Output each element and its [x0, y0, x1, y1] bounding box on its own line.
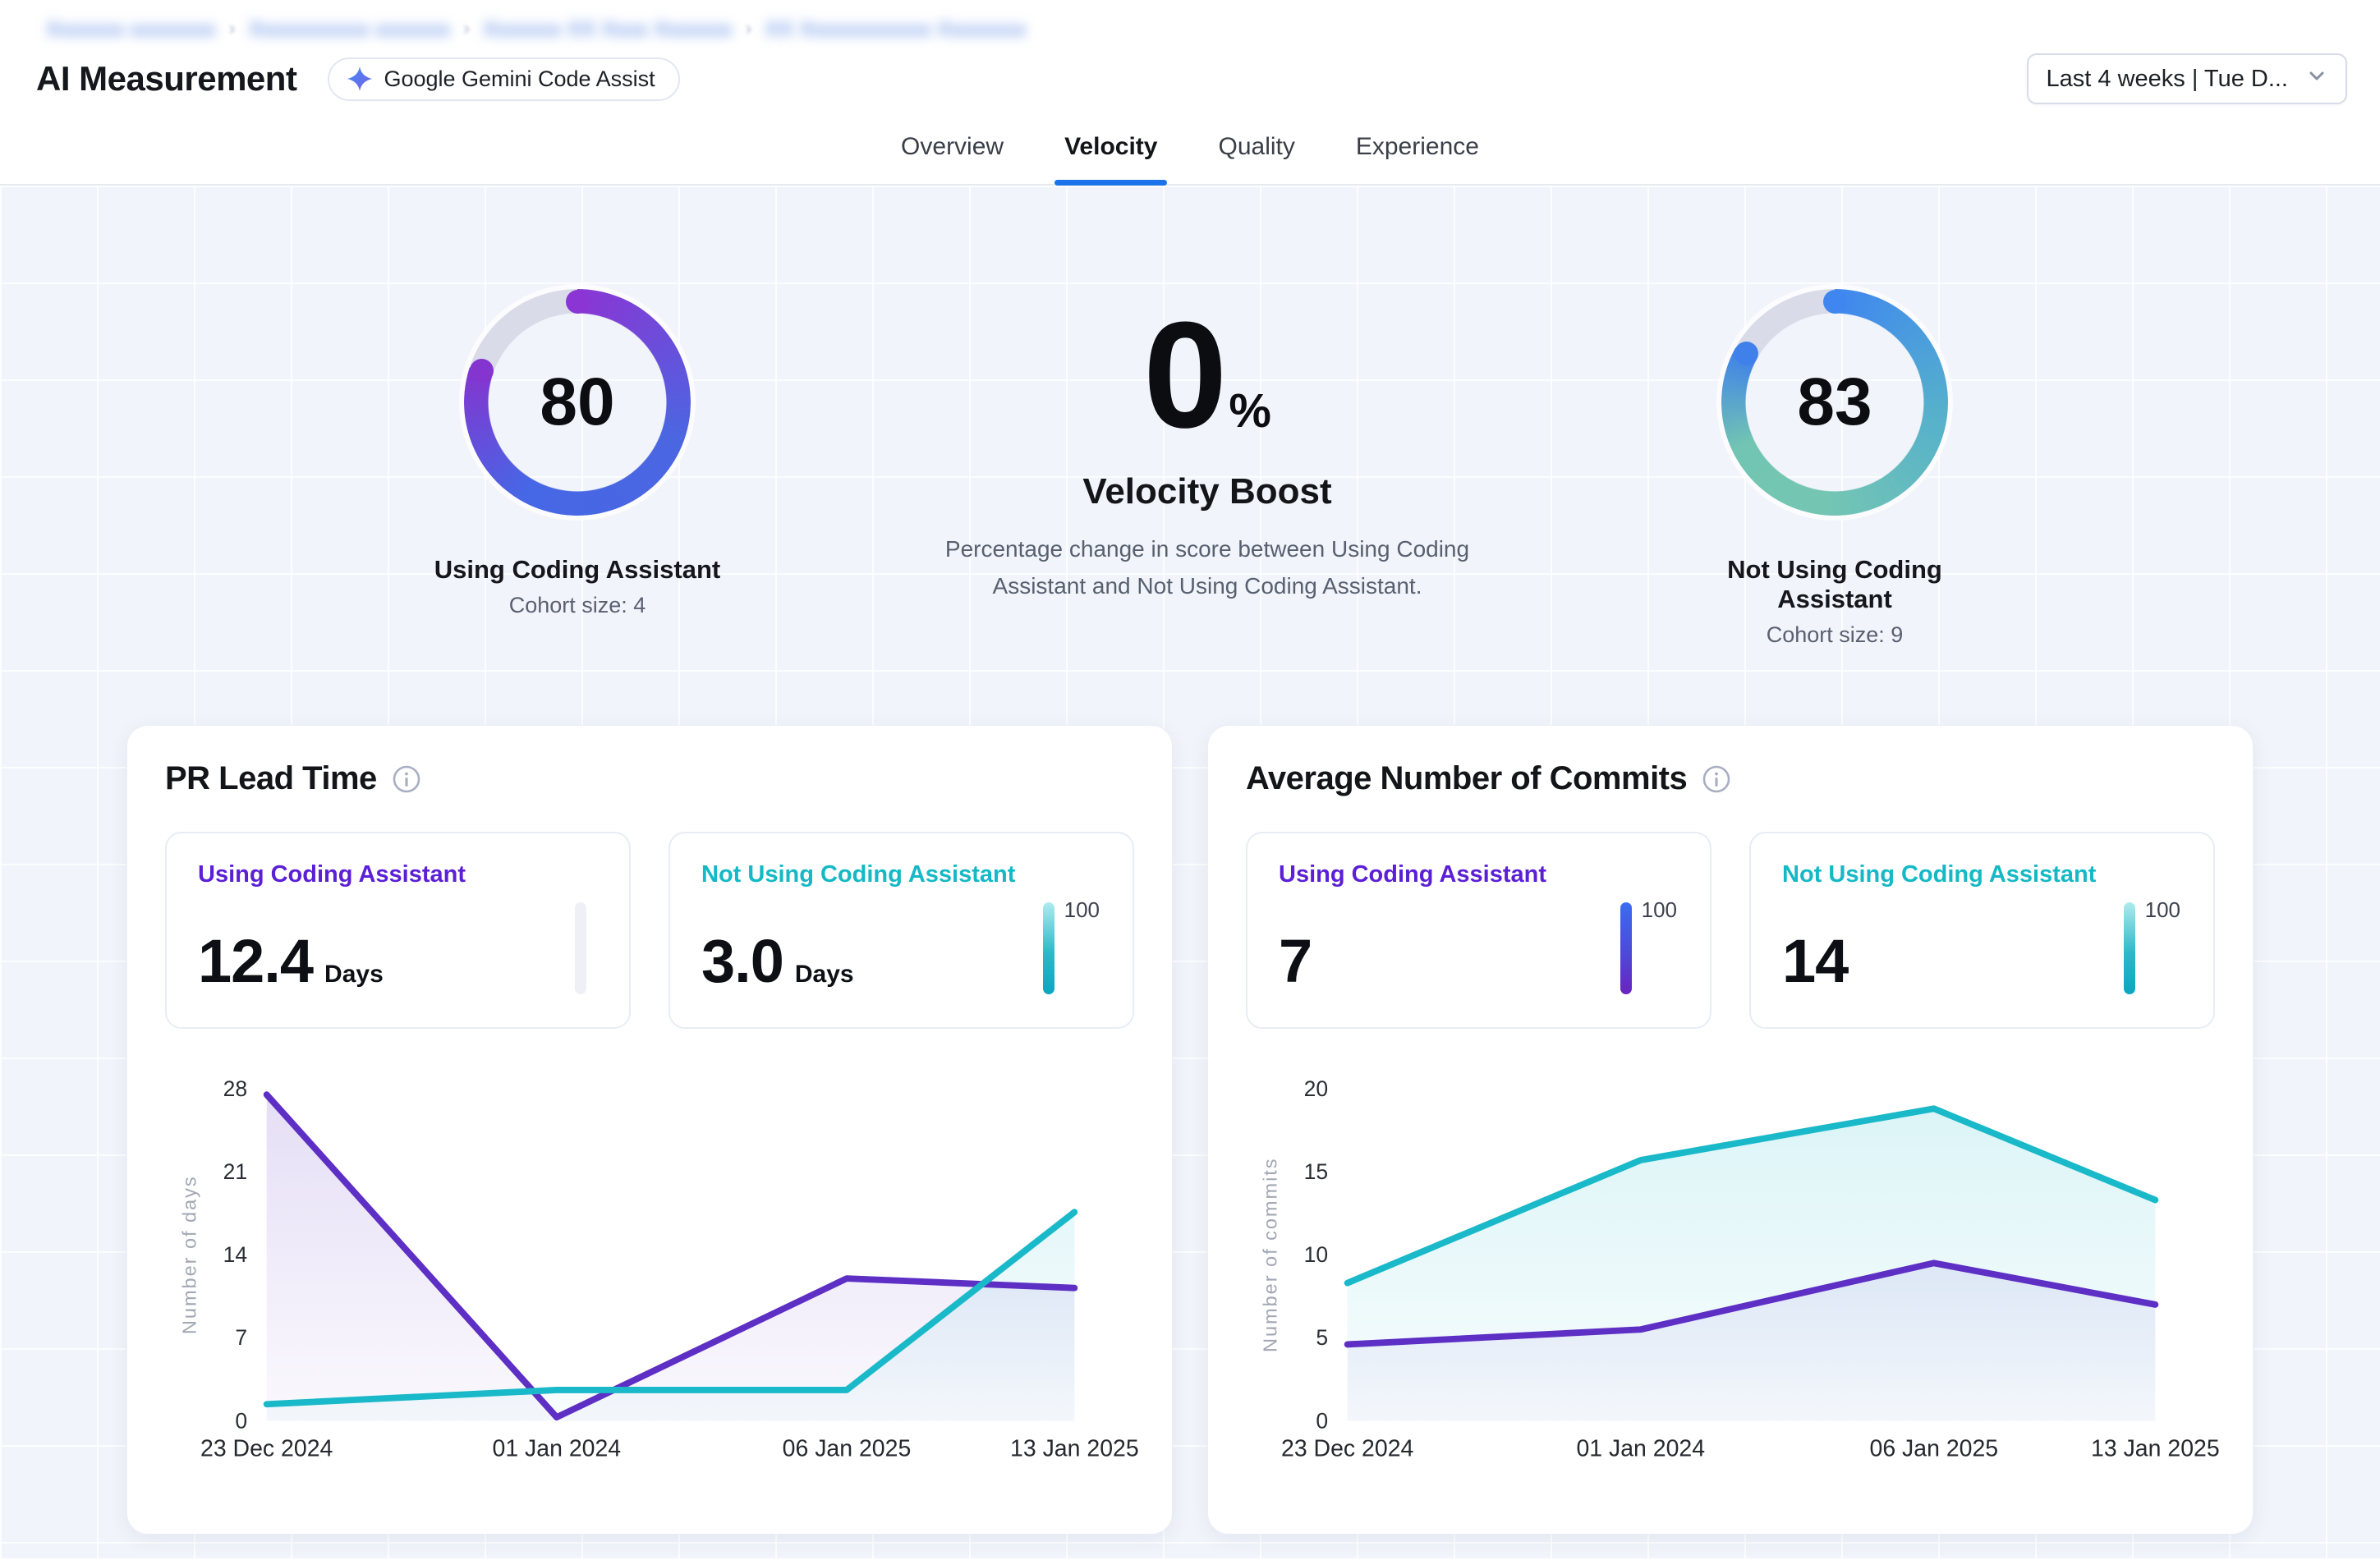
svg-text:Number of commits: Number of commits: [1259, 1157, 1280, 1352]
avg-commits-card: Average Number of Commits Using Coding A…: [1207, 725, 2254, 1535]
breadcrumb-separator-icon: ›: [463, 17, 470, 40]
velocity-boost-title: Velocity Boost: [899, 471, 1515, 512]
using-assistant-gauge: 80: [464, 289, 691, 516]
scale-max-label: 100: [1064, 899, 1100, 920]
svg-text:0: 0: [1316, 1408, 1328, 1433]
pr-lead-time-card: PR Lead Time Using Coding Assistant 12.: [126, 725, 1173, 1535]
scale-bar: [1043, 902, 1054, 994]
gauge-cohort-size: Cohort size: 9: [1670, 622, 1999, 648]
boost-number: 0: [1143, 299, 1224, 450]
stat-label: Using Coding Assistant: [198, 861, 598, 888]
stat-value: 7: [1279, 926, 1312, 996]
breadcrumb-item[interactable]: XX Xxxxxxxxxxxx Xxxxxxxx: [765, 16, 1027, 42]
scale-max-label: 100: [2145, 899, 2180, 920]
svg-text:13 Jan 2025: 13 Jan 2025: [2091, 1436, 2220, 1462]
gauge-label: Using Coding Assistant: [413, 555, 742, 585]
svg-text:06 Jan 2025: 06 Jan 2025: [783, 1436, 912, 1462]
breadcrumb-separator-icon: ›: [229, 17, 236, 40]
stat-box-not-using: Not Using Coding Assistant 3.0 Days 100: [669, 832, 1134, 1029]
svg-text:23 Dec 2024: 23 Dec 2024: [1281, 1436, 1413, 1462]
avg-commits-chart: 0 5 10 15 20 Number of commits 23 Dec 2024 01 J…: [1246, 1044, 2215, 1487]
gauge-cap: [1823, 290, 1847, 314]
badge-label: Google Gemini Code Assist: [384, 67, 655, 92]
boost-percent-sign: %: [1229, 388, 1271, 435]
stat-value: 3.0: [701, 926, 783, 996]
stat-value: 14: [1782, 926, 1848, 996]
tab-velocity[interactable]: Velocity: [1061, 133, 1160, 184]
stat-box-not-using: Not Using Coding Assistant 14 100: [1749, 832, 2215, 1029]
gauge-cap: [566, 290, 590, 314]
info-icon[interactable]: [392, 764, 421, 794]
stat-box-using: Using Coding Assistant 7 100: [1246, 832, 1711, 1029]
gauge-cohort-size: Cohort size: 4: [413, 593, 742, 618]
svg-text:13 Jan 2025: 13 Jan 2025: [1010, 1436, 1139, 1462]
svg-text:Number of days: Number of days: [178, 1175, 200, 1334]
stat-box-using: Using Coding Assistant 12.4 Days: [165, 832, 631, 1029]
breadcrumb: Xxxxxxx xxxxxxxx › Xxxxxxxxxxx xxxxxxx ›…: [0, 0, 2380, 44]
velocity-boost-description: Percentage change in score between Using…: [936, 530, 1478, 605]
gauge-cap: [1734, 342, 1758, 365]
svg-text:01 Jan 2024: 01 Jan 2024: [1576, 1436, 1705, 1462]
breadcrumb-item[interactable]: Xxxxxxxxxxx xxxxxxx: [249, 16, 451, 42]
gauge-label: Not Using Coding Assistant: [1670, 555, 1999, 614]
using-assistant-gauge-block: 80 Using Coding Assistant Cohort size: 4: [413, 289, 742, 618]
svg-text:20: 20: [1304, 1076, 1328, 1101]
velocity-boost-block: 0 % Velocity Boost Percentage change in …: [899, 299, 1515, 605]
tab-overview[interactable]: Overview: [898, 133, 1007, 184]
stat-unit: Days: [795, 961, 854, 989]
tab-experience[interactable]: Experience: [1353, 133, 1482, 184]
svg-text:7: 7: [235, 1325, 247, 1350]
stat-unit: Days: [324, 961, 384, 989]
gemini-code-assist-badge[interactable]: Google Gemini Code Assist: [328, 57, 679, 101]
gauge-score: 80: [464, 289, 691, 516]
svg-text:21: 21: [223, 1159, 247, 1184]
info-icon[interactable]: [1702, 764, 1731, 794]
card-title: PR Lead Time: [165, 760, 377, 797]
stat-value: 12.4: [198, 926, 313, 996]
gemini-sparkle-icon: [347, 67, 372, 91]
tabbar: Overview Velocity Quality Experience: [0, 120, 2380, 186]
scale-bar: [2124, 902, 2135, 994]
date-range-select[interactable]: Last 4 weeks | Tue D...: [2027, 53, 2347, 104]
stat-label: Using Coding Assistant: [1279, 861, 1679, 888]
svg-text:10: 10: [1304, 1242, 1328, 1267]
svg-text:14: 14: [223, 1242, 247, 1267]
gauge-cap: [470, 359, 494, 383]
breadcrumb-item[interactable]: Xxxxxxx xxxxxxxx: [46, 16, 216, 42]
not-using-assistant-gauge-block: 83 Not Using Coding Assistant Cohort siz…: [1670, 289, 1999, 648]
stat-label: Not Using Coding Assistant: [1782, 861, 2182, 888]
page-title: AI Measurement: [36, 59, 296, 99]
page-header: AI Measurement Google Gemini Code Assist…: [0, 44, 2380, 120]
content-area: 80 Using Coding Assistant Cohort size: 4…: [0, 186, 2380, 1558]
card-title: Average Number of Commits: [1246, 760, 1687, 797]
svg-text:23 Dec 2024: 23 Dec 2024: [200, 1436, 333, 1462]
stat-label: Not Using Coding Assistant: [701, 861, 1101, 888]
svg-text:01 Jan 2024: 01 Jan 2024: [493, 1436, 622, 1462]
svg-text:15: 15: [1304, 1159, 1328, 1184]
scale-bar: [575, 902, 586, 994]
svg-text:0: 0: [235, 1408, 247, 1433]
tab-quality[interactable]: Quality: [1215, 133, 1298, 184]
svg-text:06 Jan 2025: 06 Jan 2025: [1870, 1436, 1999, 1462]
svg-text:5: 5: [1316, 1325, 1328, 1350]
breadcrumb-item[interactable]: Xxxxxxx XX Xxxx Xxxxxxx: [483, 16, 732, 42]
not-using-assistant-gauge: 83: [1721, 289, 1948, 516]
ai-measurement-page: Xxxxxxx xxxxxxxx › Xxxxxxxxxxx xxxxxxx ›…: [0, 0, 2380, 1560]
pr-lead-time-chart: 0 7 14 21 28 Number of days 23 Dec 2024 01 Jan …: [165, 1044, 1134, 1487]
breadcrumb-separator-icon: ›: [746, 17, 752, 40]
chevron-down-icon: [2306, 65, 2327, 93]
svg-text:28: 28: [223, 1076, 247, 1101]
velocity-boost-value: 0 %: [899, 299, 1515, 450]
gauge-score: 83: [1721, 289, 1948, 516]
scale-max-label: 100: [1642, 899, 1677, 920]
metric-cards-row: PR Lead Time Using Coding Assistant 12.: [126, 725, 2254, 1535]
date-range-value: Last 4 weeks | Tue D...: [2047, 66, 2288, 93]
scale-bar: [1620, 902, 1632, 994]
